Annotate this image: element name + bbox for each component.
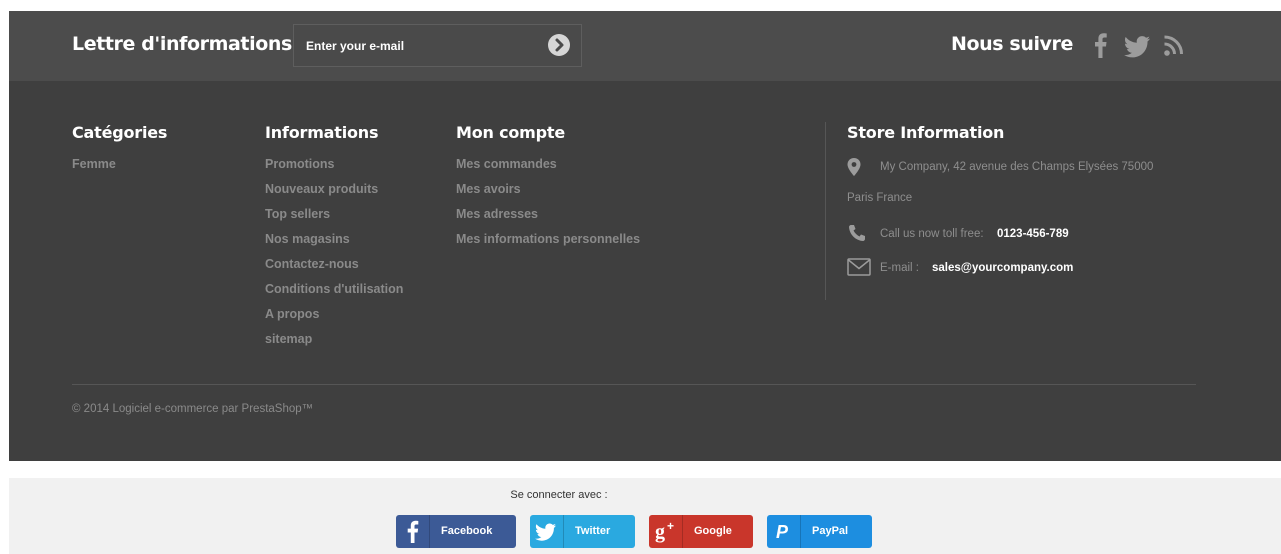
- store-address-line2: Paris France: [847, 192, 913, 204]
- info-link-top-sellers[interactable]: Top sellers: [265, 207, 403, 232]
- svg-text:P: P: [776, 522, 789, 542]
- info-link-terms[interactable]: Conditions d'utilisation: [265, 282, 403, 307]
- paypal-icon: P: [776, 522, 789, 542]
- follow-title: Nous suivre: [951, 33, 1073, 55]
- phone-icon: [849, 225, 865, 241]
- facebook-connect-label: Facebook: [441, 525, 493, 537]
- google-connect-label: Google: [694, 525, 732, 537]
- informations-list: Promotions Nouveaux produits Top sellers…: [265, 157, 403, 357]
- twitter-link[interactable]: [1122, 31, 1152, 59]
- footer: Lettre d'informations Nous suivre Catégo…: [9, 11, 1281, 461]
- account-link-addresses[interactable]: Mes adresses: [456, 207, 640, 232]
- envelope-icon: [847, 258, 871, 276]
- twitter-connect-label: Twitter: [575, 525, 611, 537]
- account-link-orders[interactable]: Mes commandes: [456, 157, 640, 182]
- facebook-connect-button[interactable]: Facebook: [396, 515, 516, 548]
- account-list: Mes commandes Mes avoirs Mes adresses Me…: [456, 157, 640, 257]
- email-link[interactable]: sales@yourcompany.com: [932, 262, 1073, 274]
- store-info-title: Store Information: [847, 123, 1005, 142]
- account-link-personal-info[interactable]: Mes informations personnelles: [456, 232, 640, 257]
- google-connect-button[interactable]: g + Google: [649, 515, 753, 548]
- chevron-right-icon: [555, 38, 564, 52]
- rss-link[interactable]: [1163, 31, 1185, 59]
- connect-title: Se connecter avec :: [510, 489, 608, 501]
- connect-bar: Se connecter avec : Facebook Twitter g + …: [9, 478, 1281, 554]
- informations-title: Informations: [265, 123, 379, 142]
- newsletter-title: Lettre d'informations: [72, 33, 292, 55]
- account-link-credit-slips[interactable]: Mes avoirs: [456, 182, 640, 207]
- phone-number: 0123-456-789: [997, 228, 1069, 240]
- info-link-about[interactable]: A propos: [265, 307, 403, 332]
- newsletter-submit-button[interactable]: [548, 34, 570, 56]
- button-separator: [563, 515, 564, 548]
- google-plus-icon-wrap: g +: [649, 515, 682, 548]
- twitter-icon: [535, 523, 556, 541]
- facebook-icon: [1095, 33, 1107, 58]
- paypal-connect-label: PayPal: [812, 525, 849, 537]
- rss-icon: [1164, 35, 1183, 56]
- footer-divider: [72, 384, 1196, 385]
- paypal-connect-button[interactable]: P PayPal: [767, 515, 872, 548]
- button-separator: [682, 515, 683, 548]
- twitter-icon-wrap: [530, 515, 563, 548]
- info-link-stores[interactable]: Nos magasins: [265, 232, 403, 257]
- phone-label: Call us now toll free:: [880, 228, 984, 240]
- svg-text:g: g: [655, 521, 665, 543]
- button-separator: [800, 515, 801, 548]
- categories-title: Catégories: [72, 123, 168, 142]
- info-link-promotions[interactable]: Promotions: [265, 157, 403, 182]
- info-link-contact[interactable]: Contactez-nous: [265, 257, 403, 282]
- newsletter-form: [293, 24, 582, 67]
- map-marker-icon: [847, 158, 861, 176]
- category-link[interactable]: Femme: [72, 157, 116, 182]
- email-label: E-mail :: [880, 262, 919, 274]
- twitter-connect-button[interactable]: Twitter: [530, 515, 635, 548]
- copyright: © 2014 Logiciel e-commerce par PrestaSho…: [72, 403, 314, 415]
- twitter-icon: [1124, 36, 1150, 58]
- facebook-icon: [407, 520, 419, 543]
- account-title: Mon compte: [456, 123, 565, 142]
- store-address-line1: My Company, 42 avenue des Champs Elysées…: [880, 161, 1154, 173]
- button-separator: [429, 515, 430, 548]
- paypal-icon-wrap: P: [767, 515, 800, 548]
- facebook-icon-wrap: [396, 515, 429, 548]
- newsletter-email-input[interactable]: [306, 38, 536, 54]
- categories-list: Femme: [72, 157, 116, 182]
- svg-text:+: +: [667, 519, 674, 533]
- newsletter-bar: Lettre d'informations Nous suivre: [9, 11, 1281, 81]
- info-link-new-products[interactable]: Nouveaux produits: [265, 182, 403, 207]
- info-link-sitemap[interactable]: sitemap: [265, 332, 403, 357]
- google-plus-icon: g +: [655, 519, 674, 543]
- column-divider: [825, 122, 826, 300]
- facebook-link[interactable]: [1093, 31, 1107, 59]
